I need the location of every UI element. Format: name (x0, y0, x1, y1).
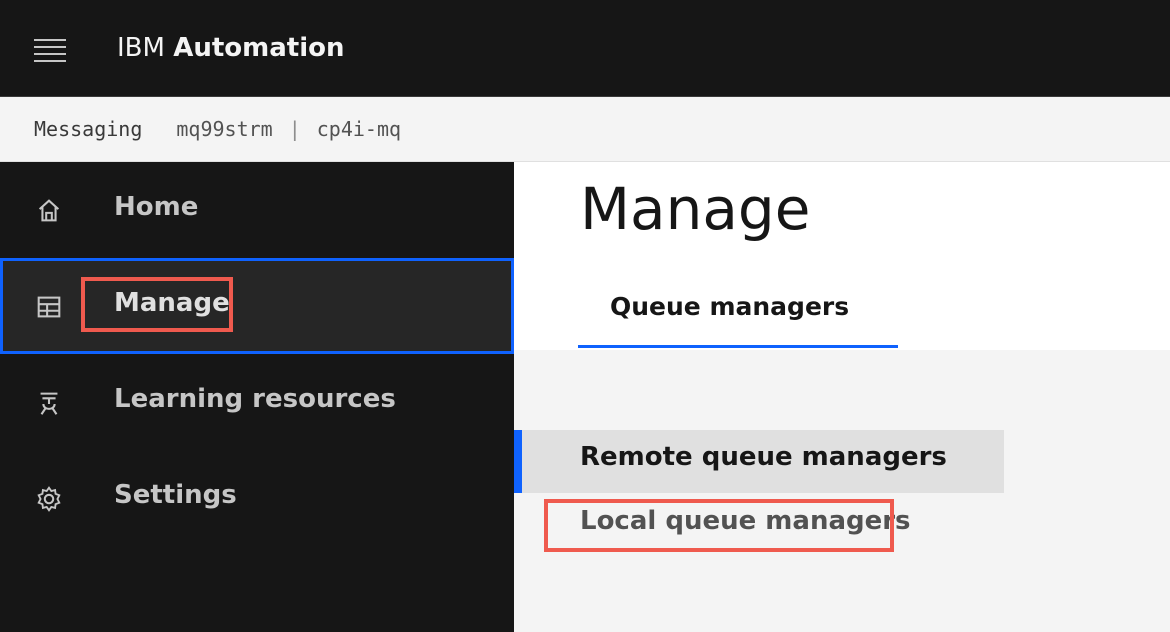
gear-icon (37, 486, 61, 512)
sidenav-item-manage[interactable]: Manage (0, 258, 514, 354)
subnav-local-queue-managers[interactable]: Local queue managers (514, 494, 1004, 557)
sidenav-item-label: Learning resources (114, 384, 396, 414)
brand-prefix: IBM (117, 33, 165, 63)
tab-queue-managers[interactable]: Queue managers (578, 286, 898, 348)
page-header: Manage Queue managers (514, 162, 1170, 350)
sidenav-item-label: Settings (114, 480, 237, 510)
sidenav-item-label: Home (114, 192, 199, 222)
hamburger-menu-icon[interactable] (26, 30, 74, 70)
context-bar: Messaging mq99strm | cp4i-mq (0, 97, 1170, 162)
table-icon (37, 296, 61, 318)
sidenav-item-learning-resources[interactable]: Learning resources (0, 354, 514, 450)
context-namespace: cp4i-mq (316, 117, 402, 141)
sidenav-item-label: Manage (114, 288, 230, 318)
learning-icon (40, 392, 58, 415)
page-title: Manage (580, 175, 811, 243)
sidenav-item-home[interactable]: Home (0, 162, 514, 258)
context-separator: | (288, 117, 301, 141)
context-root: Messaging (34, 117, 143, 141)
main-content: Manage Queue managers Remote queue manag… (514, 162, 1170, 632)
tab-label: Queue managers (610, 292, 850, 321)
brand-product: Automation (173, 33, 345, 63)
subnav-label: Local queue managers (580, 506, 911, 536)
sidenav-item-settings[interactable]: Settings (0, 450, 514, 546)
home-icon (38, 199, 60, 222)
side-navigation: Home Manage Learning resources Settings (0, 162, 514, 632)
subnav-remote-queue-managers[interactable]: Remote queue managers (514, 430, 1004, 493)
top-header: IBM Automation (0, 0, 1170, 97)
context-instance: mq99strm (176, 117, 273, 141)
subnav-label: Remote queue managers (580, 442, 947, 472)
brand-name[interactable]: IBM Automation (117, 31, 344, 65)
